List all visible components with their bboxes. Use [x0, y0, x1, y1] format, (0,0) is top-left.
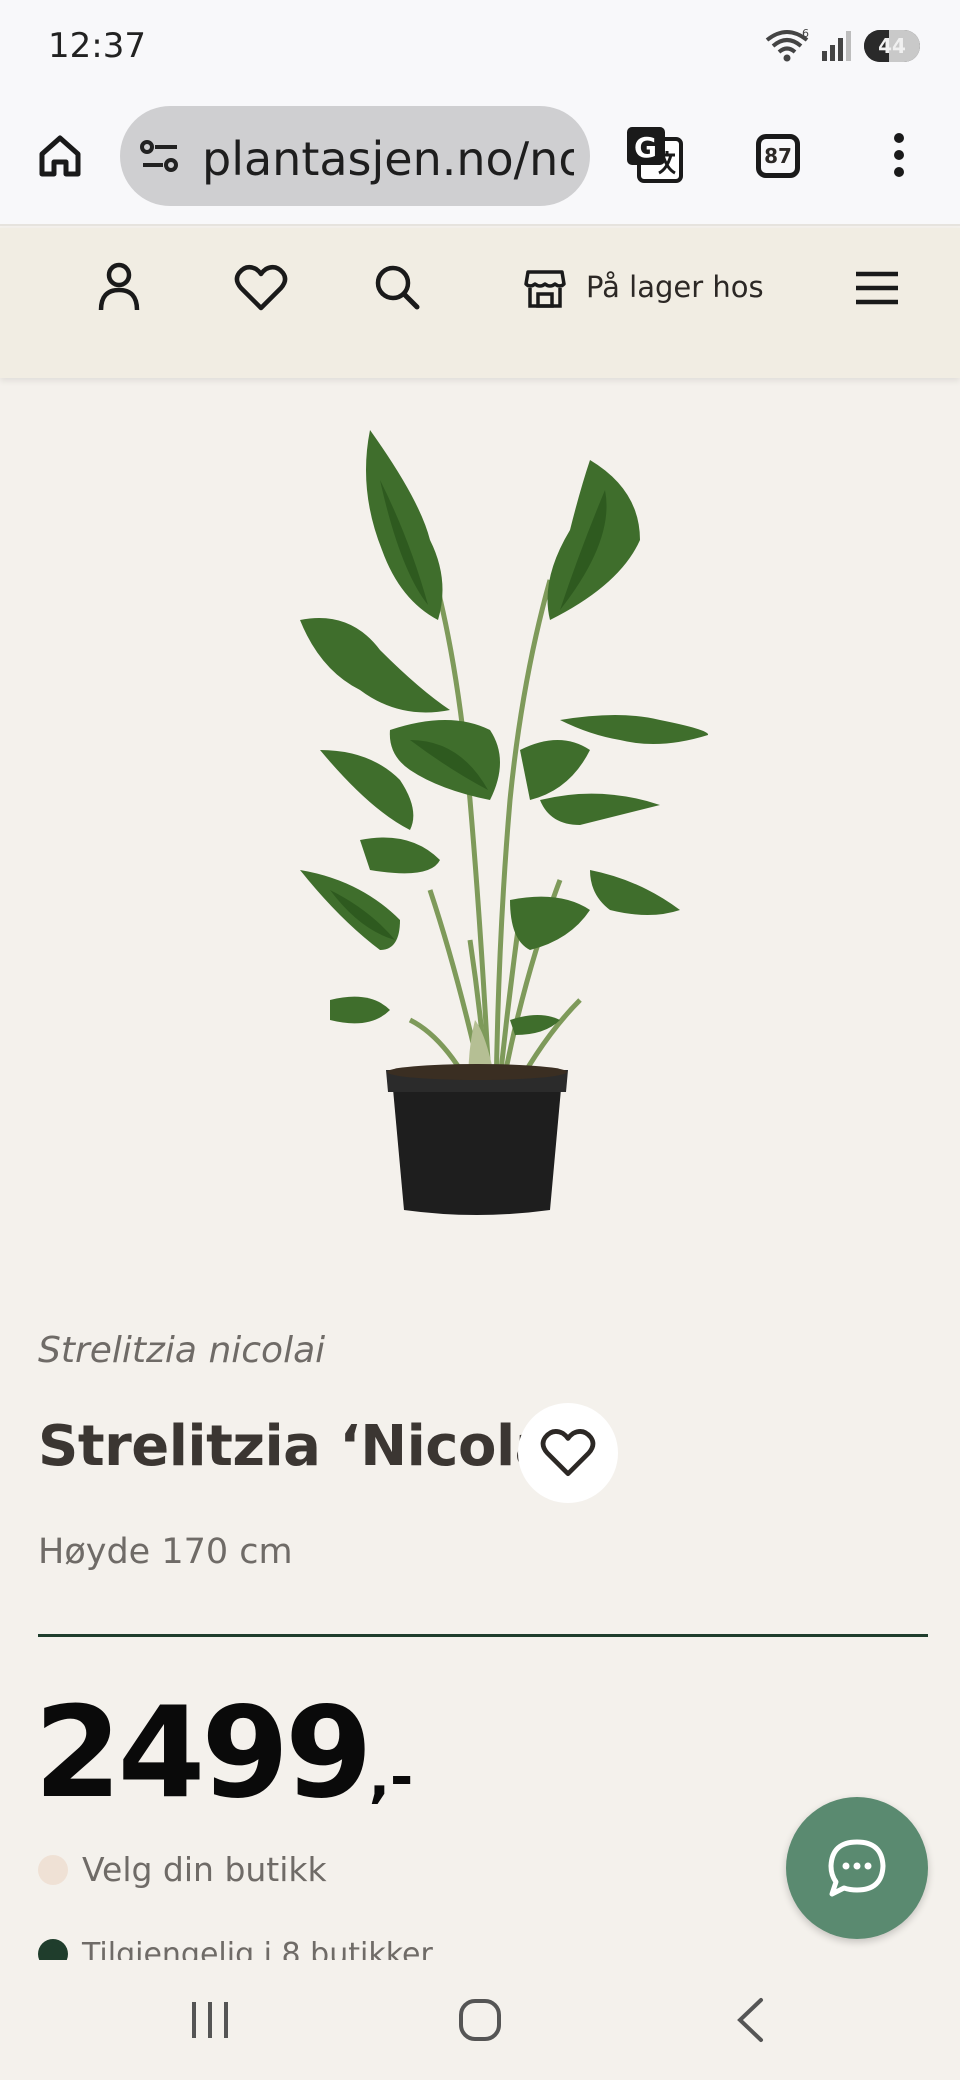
signal-icon — [822, 31, 851, 61]
account-icon[interactable] — [92, 260, 146, 314]
url-text[interactable]: plantasjen.no/no/p — [202, 132, 574, 186]
stock-label[interactable]: På lager hos — [586, 270, 764, 304]
wishlist-icon[interactable] — [232, 262, 290, 314]
product-height: Høyde 170 cm — [38, 1532, 293, 1572]
add-to-wishlist-button[interactable] — [518, 1403, 618, 1503]
select-store-link[interactable]: Velg din butikk — [38, 1850, 327, 1889]
home-button-icon[interactable] — [450, 1990, 510, 2050]
wifi-badge: 6 — [802, 28, 809, 40]
status-bar: 12:37 6 44 — [0, 0, 960, 92]
status-icons: 6 44 — [764, 26, 920, 66]
tabs-icon[interactable]: 87 — [750, 128, 806, 184]
recent-apps-icon[interactable] — [180, 1990, 240, 2050]
search-icon[interactable] — [370, 260, 424, 314]
browser-toolbar: plantasjen.no/no/p G 87 — [0, 92, 960, 226]
divider — [38, 1634, 928, 1637]
product-title: Strelitzia ‘Nicolai’ — [38, 1414, 592, 1479]
system-nav-bar — [0, 1960, 960, 2080]
battery-icon: 44 — [864, 30, 920, 62]
heart-icon — [540, 1429, 596, 1477]
store-status-dot — [38, 1854, 68, 1885]
svg-text:G: G — [634, 131, 657, 164]
back-icon[interactable] — [720, 1990, 780, 2050]
status-time: 12:37 — [48, 26, 146, 66]
tab-count[interactable]: 87 — [756, 134, 800, 178]
site-header: På lager hos — [0, 228, 960, 378]
store-icon[interactable] — [522, 266, 568, 312]
latin-name: Strelitzia nicolai — [38, 1330, 326, 1371]
translate-icon[interactable]: G — [622, 122, 688, 188]
battery-level: 44 — [878, 34, 906, 58]
site-settings-icon[interactable] — [138, 134, 182, 178]
home-icon[interactable] — [30, 126, 90, 186]
more-menu-icon[interactable] — [874, 122, 924, 188]
menu-icon[interactable] — [852, 266, 902, 310]
chat-icon — [828, 1839, 886, 1897]
wifi-icon: 6 — [765, 28, 809, 62]
url-bar[interactable]: plantasjen.no/no/p — [120, 106, 590, 206]
chat-button[interactable] — [786, 1797, 928, 1939]
product-image — [300, 430, 709, 1215]
price-suffix: ,- — [368, 1745, 414, 1810]
product-price: 2499,- — [34, 1690, 413, 1816]
price-value: 2499 — [34, 1679, 373, 1826]
store-select-label[interactable]: Velg din butikk — [82, 1850, 327, 1889]
